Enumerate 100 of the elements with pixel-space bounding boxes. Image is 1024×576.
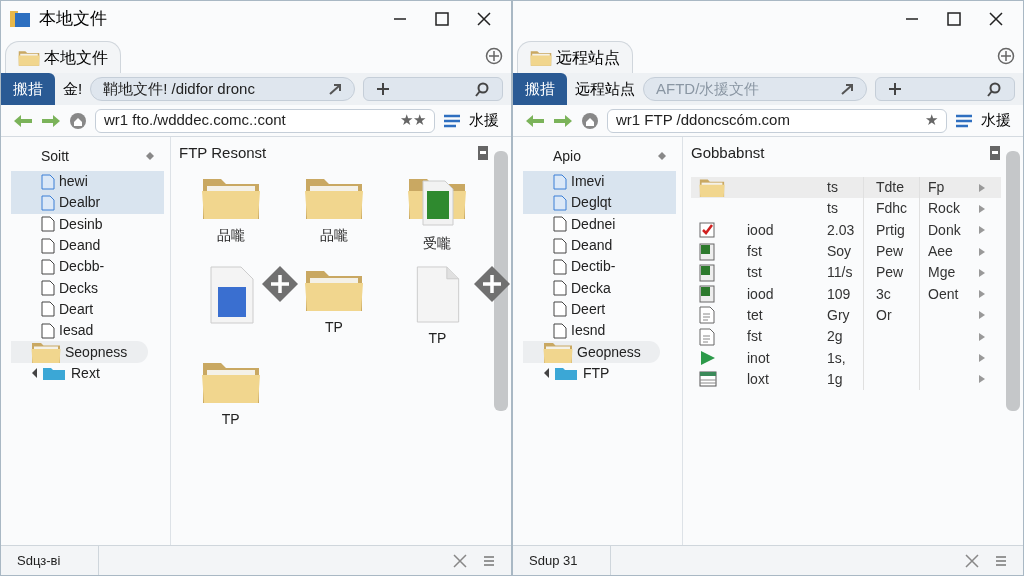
sidebar-heading: Apio	[553, 146, 582, 166]
back-icon[interactable]	[13, 112, 33, 129]
toolbar-label[interactable]: 水援	[981, 109, 1011, 132]
sidebar-item[interactable]: Imevi	[523, 171, 676, 193]
search-field[interactable]	[875, 77, 1015, 101]
sidebar-item[interactable]: FTP	[523, 362, 676, 384]
sort-icon[interactable]	[658, 152, 666, 160]
file-row[interactable]: ts Fdhc Rock	[691, 198, 1001, 220]
toolbar-label[interactable]: 水援	[469, 109, 499, 132]
chevron-icon[interactable]	[979, 354, 985, 362]
file-row[interactable]: inot 1s,	[691, 347, 1001, 369]
folder-icon	[699, 177, 725, 199]
sort-icon[interactable]	[146, 152, 154, 160]
sidebar-item[interactable]: Deglqt	[523, 192, 676, 214]
sidebar-item[interactable]: Decka	[523, 277, 676, 299]
chevron-icon[interactable]	[979, 247, 985, 256]
close-icon[interactable]	[989, 12, 1003, 26]
sidebar-item[interactable]: Decbb-	[11, 256, 164, 278]
nav-button[interactable]: 搬措	[1, 73, 55, 105]
add-tab-icon[interactable]	[997, 47, 1015, 65]
file-tile[interactable]: TP	[282, 265, 386, 349]
app-icon	[9, 9, 31, 29]
file-row[interactable]: iood 109 3c Oent	[691, 283, 1001, 305]
address-field[interactable]: wr1 fto./wdddec.comc.:cont ★★	[95, 108, 435, 133]
window-title: 本地文件	[39, 8, 107, 31]
chevron-icon[interactable]	[979, 332, 985, 341]
page-icon	[553, 301, 567, 318]
forward-icon[interactable]	[553, 112, 573, 129]
add-icon[interactable]	[261, 265, 299, 303]
chevron-icon[interactable]	[979, 290, 985, 299]
maximize-icon[interactable]	[435, 12, 449, 26]
file-row[interactable]: fst Soy Pew Aee	[691, 240, 1001, 263]
document-icon	[41, 194, 55, 211]
address-field[interactable]: wr1 FTP /ddoncscóm.com ★	[607, 108, 947, 133]
tab[interactable]: 本地文件	[5, 41, 121, 73]
sidebar-item[interactable]: hewi	[11, 171, 164, 193]
content-title: FTP Resonst	[179, 142, 267, 163]
file-row[interactable]: tet Gry Or	[691, 304, 1001, 327]
chevron-icon[interactable]	[979, 268, 985, 277]
sidebar-item[interactable]: Decks	[11, 277, 164, 299]
file-tile[interactable]: 品嚨	[179, 173, 283, 257]
document-icon	[41, 173, 55, 190]
file-row[interactable]: iood 2.03 Prtig Donk	[691, 219, 1001, 241]
sidebar-item[interactable]: Seopness	[11, 341, 148, 363]
file-row[interactable]: fst 2g	[691, 326, 1001, 348]
page-icon	[41, 301, 55, 318]
chevron-icon[interactable]	[979, 311, 985, 320]
file-row[interactable]: loxt 1g	[691, 368, 1001, 390]
sidebar-item[interactable]: Dealbr	[11, 192, 164, 214]
chevron-icon[interactable]	[979, 226, 985, 235]
star-icon[interactable]: ★	[925, 109, 938, 132]
sidebar-item[interactable]: Dednei	[523, 213, 676, 235]
page-icon	[553, 216, 567, 233]
sidebar-item[interactable]: Deand	[523, 234, 676, 257]
page-icon	[553, 258, 567, 275]
file-row[interactable]: tst 11/s Pew Mge	[691, 262, 1001, 284]
file-tile[interactable]: TP	[179, 357, 283, 441]
list-icon[interactable]	[955, 112, 973, 129]
file-tile[interactable]: 受嚨	[385, 173, 489, 257]
close-icon[interactable]	[477, 12, 491, 26]
scrollbar[interactable]	[1006, 151, 1020, 411]
chevron-icon[interactable]	[979, 375, 985, 384]
scrollbar[interactable]	[494, 151, 508, 411]
sidebar-item[interactable]: Geopness	[523, 341, 660, 363]
sidebar-item[interactable]: Deand	[11, 234, 164, 257]
star-icon[interactable]: ★★	[400, 109, 426, 132]
chevron-icon[interactable]	[979, 204, 985, 213]
sidebar-item[interactable]: Iesad	[11, 320, 164, 342]
file-tile[interactable]: TP	[385, 265, 489, 349]
add-tab-icon[interactable]	[485, 47, 503, 65]
search-field[interactable]	[363, 77, 503, 101]
add-icon[interactable]	[473, 265, 511, 303]
location-label: 远程站点	[575, 78, 635, 99]
home-icon[interactable]	[581, 111, 599, 130]
sidebar-item[interactable]: Desinb	[11, 213, 164, 235]
sidebar-item[interactable]: Deart	[11, 298, 164, 321]
view-toggle-icon[interactable]	[477, 145, 489, 161]
sidebar-item[interactable]: Iesnd	[523, 320, 676, 342]
forward-icon[interactable]	[41, 112, 61, 129]
chevron-icon[interactable]	[979, 183, 985, 192]
path-field[interactable]: 鞘地文件! /didfor dronc	[90, 77, 355, 101]
page-icon	[41, 237, 55, 254]
home-icon[interactable]	[69, 111, 87, 130]
menu-icon[interactable]	[483, 554, 495, 567]
file-row[interactable]: ts Tdte Fp	[691, 177, 1001, 199]
menu-icon[interactable]	[995, 554, 1007, 567]
sidebar-item[interactable]: Dectib-	[523, 256, 676, 278]
sidebar-item[interactable]: Rext	[11, 362, 164, 384]
play-icon	[699, 349, 717, 367]
content-title: Gobbabnst	[691, 142, 765, 163]
list-icon[interactable]	[443, 112, 461, 129]
file-tile[interactable]: 品嚨	[282, 173, 386, 257]
maximize-icon[interactable]	[947, 12, 961, 26]
nav-button[interactable]: 搬措	[513, 73, 567, 105]
back-icon[interactable]	[525, 112, 545, 129]
folder-icon	[530, 48, 552, 67]
sidebar-item[interactable]: Deert	[523, 298, 676, 321]
tab[interactable]: 远程站点	[517, 41, 633, 73]
spreadsheet-icon	[699, 285, 715, 304]
view-toggle-icon[interactable]	[989, 145, 1001, 161]
